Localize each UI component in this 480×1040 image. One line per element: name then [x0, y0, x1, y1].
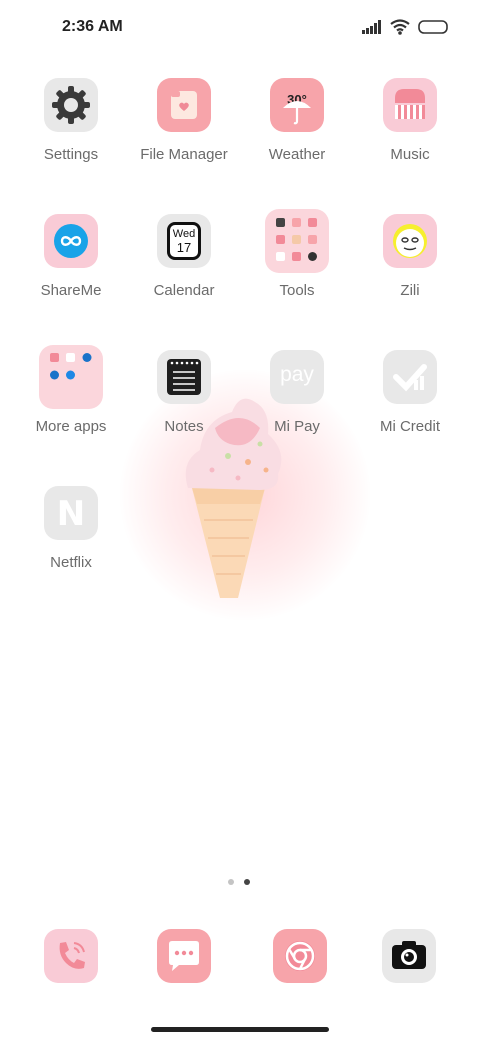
app-shareme[interactable]: ShareMe [16, 214, 126, 299]
pay-icon: pay [270, 350, 324, 404]
page-dot-1[interactable] [228, 879, 234, 885]
messages-icon [169, 941, 199, 971]
page-dot-2[interactable] [244, 879, 250, 885]
status-time: 2:36 AM [62, 18, 123, 35]
app-label: ShareMe [40, 282, 102, 299]
umbrella-icon: 30° [270, 78, 324, 132]
camera-icon [392, 941, 426, 969]
battery-icon [418, 20, 448, 34]
app-zili[interactable]: Zili [355, 214, 465, 299]
calendar-date: 17 [176, 240, 192, 255]
browser-icon [285, 941, 315, 971]
app-label: Zili [400, 282, 420, 299]
folder-icon [157, 78, 211, 132]
app-label: More apps [35, 418, 107, 435]
phone-icon [59, 942, 85, 969]
app-mi-credit[interactable]: Mi Credit [355, 350, 465, 435]
app-notes[interactable]: Notes [129, 350, 239, 435]
folder-grid-icon [265, 209, 329, 273]
folder-more-apps[interactable]: More apps [16, 345, 126, 435]
page-indicator [228, 879, 250, 885]
home-indicator-bar[interactable] [151, 1027, 329, 1032]
app-label: Mi Credit [379, 418, 440, 435]
app-label: Music [390, 146, 430, 163]
app-label: File Manager [140, 146, 228, 163]
pay-glyph: pay [280, 363, 314, 386]
netflix-glyph: N [56, 494, 86, 534]
wifi-icon [390, 19, 410, 35]
notes-icon [157, 350, 211, 404]
dock-phone[interactable] [44, 929, 98, 983]
app-mi-pay[interactable]: pay Mi Pay [242, 350, 352, 435]
app-music[interactable]: Music [355, 78, 465, 163]
face-icon [383, 214, 437, 268]
app-netflix[interactable]: N Netflix [16, 486, 126, 571]
app-weather[interactable]: 30° Weather [242, 78, 352, 163]
signal-icon [362, 20, 381, 34]
status-bar: 2:36 AM [0, 0, 480, 56]
folder-tools[interactable]: Tools [242, 209, 352, 299]
calendar-day: Wed [172, 228, 196, 240]
status-icons [362, 17, 450, 37]
app-label: Mi Pay [274, 418, 320, 435]
app-settings[interactable]: Settings [16, 78, 126, 163]
app-label: Tools [279, 282, 315, 299]
calendar-icon: Wed 17 [157, 214, 211, 268]
app-label: Settings [43, 146, 99, 163]
dock-browser[interactable] [273, 929, 327, 983]
app-label: Netflix [50, 554, 92, 571]
app-file-manager[interactable]: File Manager [129, 78, 239, 163]
app-label: Calendar [153, 282, 215, 299]
music-icon [383, 78, 437, 132]
dock-messages[interactable] [157, 929, 211, 983]
credit-icon [383, 350, 437, 404]
netflix-icon: N [44, 486, 98, 540]
dock-camera[interactable] [382, 929, 436, 983]
app-label: Notes [164, 418, 204, 435]
infinity-icon [44, 214, 98, 268]
folder-grid-icon [39, 345, 103, 409]
app-label: Weather [268, 146, 326, 163]
app-calendar[interactable]: Wed 17 Calendar [129, 214, 239, 299]
gear-icon [44, 78, 98, 132]
